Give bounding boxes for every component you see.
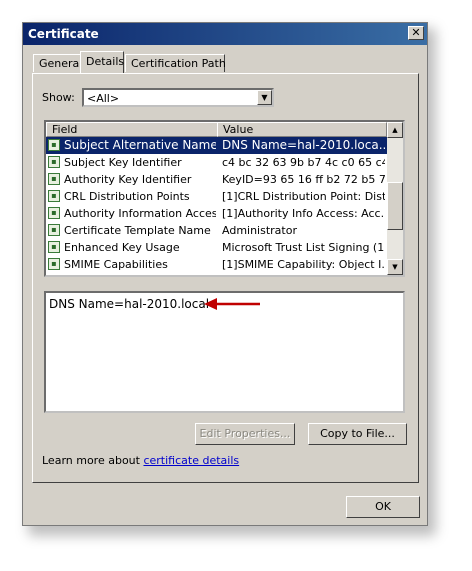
field-value-text: DNS Name=hal-2010.local xyxy=(49,297,210,311)
row-field: SMIME Capabilities xyxy=(64,258,168,271)
list-row[interactable]: ▪ Subject Key Identifier c4 bc 32 63 9b … xyxy=(46,154,387,171)
row-value: [1]SMIME Capability: Object I... xyxy=(222,258,385,271)
chevron-down-icon[interactable]: ▼ xyxy=(257,90,272,105)
row-field: Authority Information Access xyxy=(64,207,216,220)
fields-list[interactable]: Field Value ▪ Subject Alternative Name D… xyxy=(44,120,405,277)
certificate-field-icon: ▪ xyxy=(48,139,60,151)
show-dropdown[interactable]: <All> ▼ xyxy=(82,88,274,107)
tab-details[interactable]: Details xyxy=(80,51,124,73)
row-field: Subject Key Identifier xyxy=(64,156,182,169)
close-button[interactable]: ✕ xyxy=(408,26,424,40)
row-field: Authority Key Identifier xyxy=(64,173,192,186)
list-row[interactable]: ▪ CRL Distribution Points [1]CRL Distrib… xyxy=(46,188,387,205)
row-value: [1]CRL Distribution Point: Distr... xyxy=(222,190,385,203)
learn-more-prefix: Learn more about xyxy=(42,454,144,467)
title-bar[interactable]: Certificate ✕ xyxy=(23,23,427,45)
edit-properties-button[interactable]: Edit Properties... xyxy=(195,423,295,445)
certificate-field-icon: ▪ xyxy=(48,241,60,253)
certificate-details-link[interactable]: certificate details xyxy=(143,454,239,467)
scroll-thumb[interactable] xyxy=(387,182,403,230)
list-row-subject-alternative-name[interactable]: ▪ Subject Alternative Name DNS Name=hal-… xyxy=(46,137,387,154)
column-header-field[interactable]: Field xyxy=(46,122,218,137)
certificate-dialog: Certificate ✕ General Details Certificat… xyxy=(22,22,428,526)
list-row[interactable]: ▪ Enhanced Key Usage Microsoft Trust Lis… xyxy=(46,239,387,256)
certificate-field-icon: ▪ xyxy=(48,207,60,219)
list-row[interactable]: ▪ Authority Information Access [1]Author… xyxy=(46,205,387,222)
window-title: Certificate xyxy=(28,27,99,41)
show-dropdown-value: <All> xyxy=(87,92,120,105)
certificate-field-icon: ▪ xyxy=(48,224,60,236)
copy-to-file-button[interactable]: Copy to File... xyxy=(308,423,407,445)
list-scrollbar[interactable]: ▲ ▼ xyxy=(387,122,403,275)
row-value: DNS Name=hal-2010.loca... xyxy=(222,138,385,152)
row-field: Subject Alternative Name xyxy=(64,138,216,152)
tab-general[interactable]: General xyxy=(33,54,82,72)
close-icon: ✕ xyxy=(411,26,421,39)
row-value: Microsoft Trust List Signing (1.... xyxy=(222,241,385,254)
certificate-field-icon: ▪ xyxy=(48,156,60,168)
column-header-value[interactable]: Value xyxy=(217,122,387,137)
show-label: Show: xyxy=(42,91,75,104)
row-value: KeyID=93 65 16 ff b2 72 b5 7... xyxy=(222,173,385,186)
field-value-box[interactable]: DNS Name=hal-2010.local xyxy=(44,291,405,413)
list-row[interactable]: ▪ SMIME Capabilities [1]SMIME Capability… xyxy=(46,256,387,273)
certificate-field-icon: ▪ xyxy=(48,258,60,270)
row-field: CRL Distribution Points xyxy=(64,190,190,203)
certificate-field-icon: ▪ xyxy=(48,190,60,202)
row-value: c4 bc 32 63 9b b7 4c c0 65 c4 ... xyxy=(222,156,385,169)
list-row[interactable]: ▪ Certificate Template Name Administrato… xyxy=(46,222,387,239)
row-field: Certificate Template Name xyxy=(64,224,211,237)
scroll-down-icon[interactable]: ▼ xyxy=(387,259,403,275)
row-field: Enhanced Key Usage xyxy=(64,241,180,254)
row-value: Administrator xyxy=(222,224,297,237)
certificate-field-icon: ▪ xyxy=(48,173,60,185)
tab-certification-path[interactable]: Certification Path xyxy=(125,54,226,72)
annotation-arrow-icon xyxy=(204,298,260,310)
learn-more-text: Learn more about certificate details xyxy=(42,454,239,467)
ok-button[interactable]: OK xyxy=(346,496,420,518)
scroll-up-icon[interactable]: ▲ xyxy=(387,122,403,138)
row-value: [1]Authority Info Access: Acc... xyxy=(222,207,385,220)
list-row[interactable]: ▪ Authority Key Identifier KeyID=93 65 1… xyxy=(46,171,387,188)
